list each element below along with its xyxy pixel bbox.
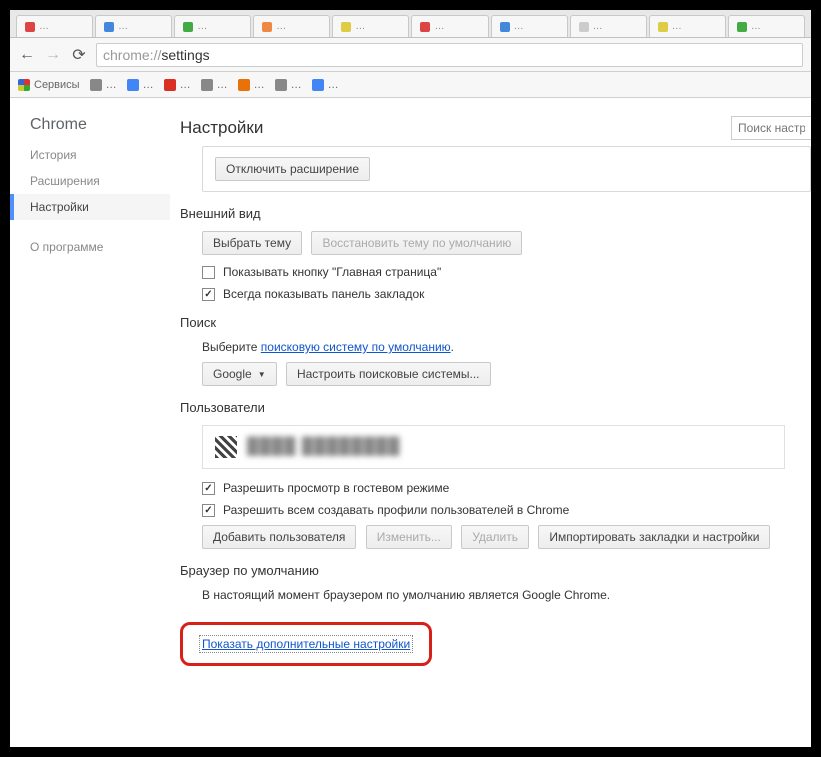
users-section: Пользователи ████ ████████ Разрешить про… [180,400,811,549]
search-engine-select[interactable]: Google ▼ [202,362,277,386]
manage-search-engines-button[interactable]: Настроить поисковые системы... [286,362,491,386]
show-advanced-link[interactable]: Показать дополнительные настройки [199,635,413,653]
choose-theme-button[interactable]: Выбрать тему [202,231,302,255]
sidebar-item-about[interactable]: О программе [10,234,170,260]
url-field[interactable]: chrome://settings [96,43,803,67]
browser-tab[interactable]: … [570,15,647,37]
show-home-label: Показывать кнопку "Главная страница" [223,265,441,279]
disable-extension-button[interactable]: Отключить расширение [215,157,370,181]
allow-guest-row[interactable]: Разрешить просмотр в гостевом режиме [202,481,785,495]
users-title: Пользователи [180,400,785,415]
allow-create-label: Разрешить всем создавать профили пользов… [223,503,569,517]
browser-tab[interactable]: … [649,15,726,37]
default-browser-section: Браузер по умолчанию В настоящий момент … [180,563,811,602]
forward-button[interactable]: → [44,46,62,64]
sidebar: Chrome История Расширения Настройки О пр… [10,98,170,747]
show-bookmarks-row[interactable]: Всегда показывать панель закладок [202,287,785,301]
reload-button[interactable]: ⟳ [70,46,88,64]
url-path: settings [161,47,209,63]
tab-strip: … … … … … … … … … … [10,10,811,38]
caret-down-icon: ▼ [258,370,266,379]
default-browser-text: В настоящий момент браузером по умолчани… [202,588,785,602]
search-desc-prefix: Выберите [202,340,261,354]
reset-theme-button[interactable]: Восстановить тему по умолчанию [311,231,522,255]
sidebar-item-history[interactable]: История [10,142,170,168]
sidebar-item-settings[interactable]: Настройки [10,194,170,220]
extension-box: Отключить расширение [202,146,811,192]
search-desc-suffix: . [451,340,454,354]
current-user-name: ████ ████████ [247,438,400,456]
show-home-row[interactable]: Показывать кнопку "Главная страница" [202,265,785,279]
content-area: Chrome История Расширения Настройки О пр… [10,98,811,747]
browser-tab[interactable]: … [16,15,93,37]
back-button[interactable]: ← [18,46,36,64]
browser-tab[interactable]: … [253,15,330,37]
import-bookmarks-button[interactable]: Импортировать закладки и настройки [538,525,770,549]
allow-create-row[interactable]: Разрешить всем создавать профили пользов… [202,503,785,517]
sidebar-item-extensions[interactable]: Расширения [10,168,170,194]
browser-tab[interactable]: … [95,15,172,37]
main-header: Настройки [180,116,811,140]
show-bookmarks-label: Всегда показывать панель закладок [223,287,424,301]
browser-tab[interactable]: … [411,15,488,37]
apps-label: Сервисы [34,79,80,91]
apps-bookmark[interactable]: Сервисы [18,79,80,91]
bookmark-item[interactable]: … [275,79,302,91]
page-title: Настройки [180,118,263,138]
default-browser-title: Браузер по умолчанию [180,563,785,578]
user-avatar [215,436,237,458]
settings-search-input[interactable] [731,116,811,140]
appearance-title: Внешний вид [180,206,785,221]
browser-tab[interactable]: … [332,15,409,37]
browser-window: … … … … … … … … … … ← → ⟳ chrome://setti… [0,0,821,757]
allow-guest-label: Разрешить просмотр в гостевом режиме [223,481,449,495]
show-home-checkbox[interactable] [202,266,215,279]
browser-tab[interactable]: … [491,15,568,37]
url-protocol: chrome:// [103,47,161,63]
browser-tab[interactable]: … [174,15,251,37]
allow-guest-checkbox[interactable] [202,482,215,495]
edit-user-button[interactable]: Изменить... [366,525,452,549]
show-bookmarks-checkbox[interactable] [202,288,215,301]
bookmark-item[interactable]: … [238,79,265,91]
default-search-link[interactable]: поисковую систему по умолчанию [261,340,451,354]
browser-tab[interactable]: … [728,15,805,37]
apps-icon [18,79,30,91]
highlight-annotation: Показать дополнительные настройки [180,622,432,666]
bookmarks-bar: Сервисы … … … … … … … [10,72,811,98]
advanced-link-wrap: Показать дополнительные настройки [180,622,811,666]
current-user-box[interactable]: ████ ████████ [202,425,785,469]
search-section: Поиск Выберите поисковую систему по умол… [180,315,811,386]
delete-user-button[interactable]: Удалить [461,525,529,549]
add-user-button[interactable]: Добавить пользователя [202,525,356,549]
allow-create-checkbox[interactable] [202,504,215,517]
settings-main: Настройки Отключить расширение Внешний в… [170,98,811,747]
bookmark-item[interactable]: … [164,79,191,91]
sidebar-brand: Chrome [10,116,170,142]
appearance-section: Внешний вид Выбрать тему Восстановить те… [180,206,811,301]
bookmark-item[interactable]: … [201,79,228,91]
search-title: Поиск [180,315,785,330]
bookmark-item[interactable]: … [312,79,339,91]
bookmark-item[interactable]: … [127,79,154,91]
bookmark-item[interactable]: … [90,79,117,91]
search-engine-label: Google [213,367,252,381]
url-bar: ← → ⟳ chrome://settings [10,38,811,72]
